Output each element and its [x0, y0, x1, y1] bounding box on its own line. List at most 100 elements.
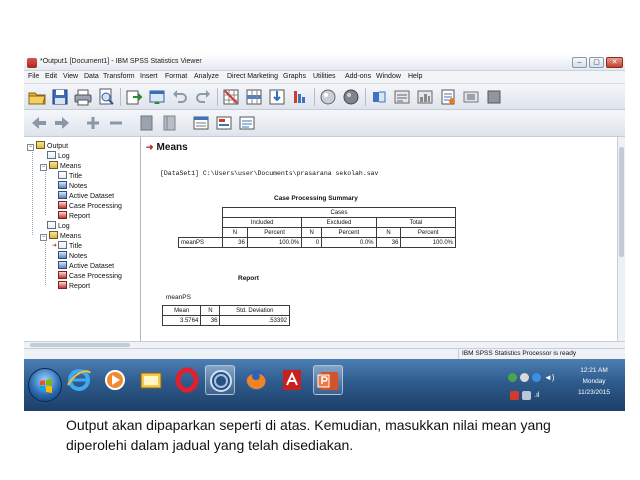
menu-edit[interactable]: Edit: [45, 73, 57, 80]
outline-node-report[interactable]: Report: [58, 211, 90, 221]
redo-icon[interactable]: [194, 88, 212, 106]
insert-heading-icon[interactable]: [192, 114, 210, 132]
menu-insert[interactable]: Insert: [140, 73, 158, 80]
menu-transform[interactable]: Transform: [103, 73, 135, 80]
outline-node-report[interactable]: Report: [58, 281, 90, 291]
designate-window-icon[interactable]: [370, 88, 388, 106]
close-button[interactable]: ✕: [606, 57, 623, 68]
menu-help[interactable]: Help: [408, 73, 422, 80]
media-player-icon[interactable]: [100, 365, 130, 395]
collapse-toggle[interactable]: −: [27, 144, 34, 151]
horizontal-scrollbar[interactable]: [24, 341, 625, 348]
outline-node-output[interactable]: − Output: [27, 141, 68, 151]
open-folder-icon[interactable]: [28, 88, 46, 106]
table-icon: [58, 281, 67, 289]
outline-node-means[interactable]: − Means: [40, 161, 81, 171]
back-arrow-icon[interactable]: [532, 373, 541, 382]
outline-node-title[interactable]: Title: [58, 171, 82, 181]
script-icon[interactable]: [439, 88, 457, 106]
report-variable-label: meanPS: [166, 294, 191, 301]
taskbar-clock[interactable]: 12:21 AM Monday 11/23/2015: [569, 365, 619, 398]
status-bar: IBM SPSS Statistics Processor is ready: [24, 348, 625, 359]
stop-icon[interactable]: [485, 88, 503, 106]
hide-icon[interactable]: [161, 114, 179, 132]
outline-node-log[interactable]: Log: [47, 151, 70, 161]
dataset-path-line: [DataSet1] C:\Users\user\Documents\prasa…: [160, 170, 379, 177]
firefox-icon[interactable]: [241, 365, 271, 395]
internet-explorer-icon[interactable]: [64, 365, 94, 395]
menu-window[interactable]: Window: [376, 73, 401, 80]
report-table[interactable]: Mean N Std. Deviation 3.5764 36 .53392: [161, 305, 290, 326]
col-header: N: [222, 227, 248, 238]
output-content-pane[interactable]: ➜ Means [DataSet1] C:\Users\user\Document…: [142, 137, 617, 341]
undo-icon[interactable]: [171, 88, 189, 106]
maximize-button[interactable]: ▢: [589, 57, 604, 68]
show-icon[interactable]: [138, 114, 156, 132]
vertical-scrollbar[interactable]: [617, 137, 625, 341]
print-icon[interactable]: [74, 88, 92, 106]
menu-add-ons[interactable]: Add-ons: [345, 73, 371, 80]
outline-node-active-dataset[interactable]: Active Dataset: [58, 191, 114, 201]
file-explorer-icon[interactable]: [136, 365, 166, 395]
scroll-thumb[interactable]: [30, 343, 130, 347]
print-preview-icon[interactable]: [97, 88, 115, 106]
menu-utilities[interactable]: Utilities: [313, 73, 336, 80]
outline-node-case-processing[interactable]: Case Processing: [58, 201, 122, 211]
menu-analyze[interactable]: Analyze: [194, 73, 219, 80]
goto-data-icon[interactable]: [222, 88, 240, 106]
menu-data[interactable]: Data: [84, 73, 99, 80]
start-button[interactable]: [28, 368, 62, 402]
create-title-icon[interactable]: [319, 88, 337, 106]
menu-format[interactable]: Format: [165, 73, 187, 80]
outline-node-means[interactable]: − Means: [40, 231, 81, 241]
menu-view[interactable]: View: [63, 73, 78, 80]
powerpoint-icon[interactable]: [313, 365, 343, 395]
signal-bars-icon[interactable]: .ıl: [534, 391, 543, 400]
acrobat-icon[interactable]: [277, 365, 307, 395]
create-text-icon[interactable]: [342, 88, 360, 106]
insert-heading-icon[interactable]: [393, 88, 411, 106]
col-header: N: [301, 227, 323, 238]
collapse-toggle[interactable]: −: [40, 234, 47, 241]
menu-direct-marketing[interactable]: Direct Marketing: [227, 73, 278, 80]
table-cell: 100.0%: [400, 237, 456, 248]
notes-icon: [58, 181, 67, 189]
insert-text-icon[interactable]: [238, 114, 256, 132]
log-icon: [47, 221, 56, 229]
goto-case-icon[interactable]: [245, 88, 263, 106]
recall-dialog-icon[interactable]: [148, 88, 166, 106]
minimize-button[interactable]: –: [572, 57, 587, 68]
case-processing-table[interactable]: Cases Included Excluded Total N Percent …: [178, 207, 457, 248]
goto-variable-icon[interactable]: [268, 88, 286, 106]
back-arrow-icon[interactable]: [30, 114, 48, 132]
insert-title-icon[interactable]: [215, 114, 233, 132]
save-icon[interactable]: [51, 88, 69, 106]
outline-node-title-selected[interactable]: ➜ Title: [52, 241, 82, 251]
collapse-toggle[interactable]: −: [40, 164, 47, 171]
outline-node-case-processing[interactable]: Case Processing: [58, 271, 122, 281]
acrobat-tray-icon[interactable]: [510, 391, 519, 400]
collapse-icon[interactable]: [107, 114, 125, 132]
opera-icon[interactable]: [172, 365, 202, 395]
outline-node-notes[interactable]: Notes: [58, 251, 87, 261]
outline-node-log[interactable]: Log: [47, 221, 70, 231]
menu-graphs[interactable]: Graphs: [283, 73, 306, 80]
outline-pane[interactable]: − Output Log − Means Title Notes Active Da…: [24, 137, 141, 341]
expand-icon[interactable]: [84, 114, 102, 132]
variables-icon[interactable]: [291, 88, 309, 106]
volume-icon[interactable]: ◄): [544, 373, 555, 382]
device-icon[interactable]: [522, 391, 531, 400]
scroll-thumb[interactable]: [619, 147, 624, 257]
insert-chart-icon[interactable]: [416, 88, 434, 106]
outline-node-active-dataset[interactable]: Active Dataset: [58, 261, 114, 271]
outline-node-notes[interactable]: Notes: [58, 181, 87, 191]
forward-arrow-icon[interactable]: [53, 114, 71, 132]
included-header: Included: [221, 217, 303, 228]
spss-icon[interactable]: [205, 365, 235, 395]
network-status-icon[interactable]: [520, 373, 529, 382]
menu-file[interactable]: File: [28, 73, 39, 80]
window-title-bar[interactable]: *Output1 [Document1] - IBM SPSS Statisti…: [24, 55, 625, 71]
export-icon[interactable]: [125, 88, 143, 106]
bookmark-icon[interactable]: [462, 88, 480, 106]
security-icon[interactable]: [508, 373, 517, 382]
